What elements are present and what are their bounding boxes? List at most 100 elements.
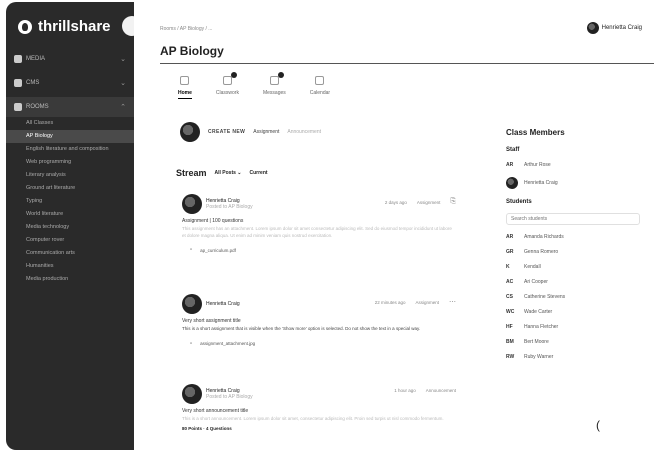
- rooms-icon: [14, 103, 22, 111]
- member-name: Ari Cooper: [524, 279, 548, 285]
- create-announcement-button[interactable]: Announcement: [287, 129, 321, 135]
- room-item[interactable]: Communication arts: [26, 247, 134, 260]
- app-logo[interactable]: thrillshare: [6, 2, 134, 45]
- more-icon[interactable]: ⋯: [449, 298, 456, 306]
- avatar: [586, 22, 599, 34]
- classwork-icon: [222, 76, 232, 85]
- member-row[interactable]: HF Hanna Fletcher: [506, 324, 646, 330]
- sidebar-item-media[interactable]: MEDIA ⌄: [6, 49, 134, 69]
- tab-classwork[interactable]: Classwork: [216, 72, 239, 99]
- member-initials: K: [506, 264, 510, 270]
- post-meta: 1 hour ago Announcement: [394, 388, 456, 393]
- file-icon: ▫: [190, 340, 193, 347]
- stream-post[interactable]: Henrietta Craig Posted to AP Biology 2 d…: [182, 194, 472, 253]
- students-heading: Students: [506, 199, 532, 205]
- avatar: [180, 122, 200, 142]
- stream-post[interactable]: Henrietta Craig Posted to AP Biology 1 h…: [182, 384, 472, 431]
- stream-header: Stream All Posts ⌄ Current: [176, 168, 268, 178]
- member-row[interactable]: AR Amanda Richards: [506, 234, 646, 240]
- member-row[interactable]: CS Catherine Stevens: [506, 294, 646, 300]
- member-name: Bert Moore: [524, 339, 549, 345]
- create-new-label: CREATE NEW: [208, 129, 246, 135]
- sidebar-item-label: CMS: [26, 80, 40, 86]
- room-item[interactable]: Ground art literature: [26, 182, 134, 195]
- sidebar-item-rooms[interactable]: ROOMS ⌃: [6, 97, 134, 117]
- member-name: Amanda Richards: [524, 234, 564, 240]
- tab-home[interactable]: Home: [178, 76, 192, 99]
- post-title: Very short assignment title: [182, 318, 241, 324]
- post-body: This is a short assignment that is visib…: [182, 326, 421, 331]
- room-item[interactable]: Humanities: [26, 260, 134, 273]
- member-name: Ruby Warner: [524, 354, 554, 360]
- current-filter-button[interactable]: Current: [250, 170, 268, 176]
- tab-messages[interactable]: Messages: [263, 72, 286, 99]
- thrillshare-logo-icon: [18, 19, 32, 34]
- member-initials: BM: [506, 339, 514, 345]
- room-item[interactable]: World literature: [26, 208, 134, 221]
- member-name: Kendall: [524, 264, 541, 270]
- member-row[interactable]: K Kendall: [506, 264, 646, 270]
- author-subtitle: Posted to AP Biology: [206, 394, 253, 400]
- create-assignment-button[interactable]: Assignment: [253, 129, 279, 135]
- breadcrumb[interactable]: Rooms / AP Biology / ...: [160, 26, 212, 32]
- attachment-name: ap_curriculum.pdf: [200, 247, 236, 253]
- room-item[interactable]: All Classes: [26, 117, 134, 130]
- avatar: [182, 294, 202, 314]
- member-name: Wade Carter: [524, 309, 553, 315]
- user-name: Henrietta Craig: [601, 25, 642, 31]
- room-item[interactable]: Media production: [26, 273, 134, 286]
- avatar: [506, 177, 518, 189]
- stream-post[interactable]: Henrietta Craig 22 minutes ago Assignmen…: [182, 294, 472, 347]
- user-menu[interactable]: Henrietta Craig: [586, 22, 642, 34]
- member-row[interactable]: Henrietta Craig: [506, 177, 646, 189]
- member-name: Arthur Rose: [524, 162, 551, 168]
- sidebar: thrillshare MEDIA ⌄ CMS ⌄ ROOMS ⌃ All Cl…: [6, 2, 134, 450]
- messages-icon: [269, 76, 279, 85]
- mouse-cursor-icon: (: [596, 418, 600, 432]
- home-icon: [180, 76, 190, 85]
- class-members-title: Class Members: [506, 128, 565, 137]
- member-name: Hanna Fletcher: [524, 324, 559, 330]
- post-author: Henrietta Craig: [206, 301, 240, 307]
- sidebar-item-label: ROOMS: [26, 104, 49, 110]
- member-initials: AR: [506, 162, 514, 168]
- author-name: Henrietta Craig: [206, 301, 240, 307]
- notification-badge: [277, 72, 284, 78]
- post-attachment[interactable]: ▫ ap_curriculum.pdf: [182, 247, 472, 253]
- student-search-input[interactable]: [506, 213, 640, 225]
- room-item[interactable]: Media technology: [26, 221, 134, 234]
- tab-calendar[interactable]: Calendar: [310, 76, 330, 99]
- post-header: Henrietta Craig Posted to AP Biology: [182, 384, 472, 404]
- member-name: Henrietta Craig: [524, 180, 558, 186]
- sidebar-item-cms[interactable]: CMS ⌄: [6, 73, 134, 93]
- file-icon: ▫: [190, 247, 193, 253]
- post-author: Henrietta Craig Posted to AP Biology: [206, 388, 253, 400]
- post-type: Announcement: [425, 388, 456, 393]
- member-row[interactable]: AC Ari Cooper: [506, 279, 646, 285]
- member-row[interactable]: BM Bert Moore: [506, 339, 646, 345]
- staff-heading: Staff: [506, 147, 520, 153]
- app-name: thrillshare: [38, 18, 111, 35]
- cms-icon: [14, 79, 22, 87]
- room-item[interactable]: Typing: [26, 195, 134, 208]
- posts-filter-dropdown[interactable]: All Posts ⌄: [215, 170, 242, 176]
- post-title: Assignment | 100 questions: [182, 218, 244, 224]
- member-row[interactable]: RW Ruby Warner: [506, 354, 646, 360]
- member-initials: GR: [506, 249, 514, 255]
- member-initials: HF: [506, 324, 513, 330]
- chevron-down-icon: ⌄: [120, 56, 126, 63]
- calendar-icon: [315, 76, 325, 85]
- room-item-selected[interactable]: AP Biology: [6, 130, 134, 143]
- room-item[interactable]: Computer rover: [26, 234, 134, 247]
- post-author: Henrietta Craig Posted to AP Biology: [206, 198, 253, 210]
- room-item[interactable]: English literature and composition: [26, 143, 134, 156]
- member-row[interactable]: WC Wade Carter: [506, 309, 646, 315]
- room-item[interactable]: Literary analysis: [26, 169, 134, 182]
- member-initials: AR: [506, 234, 514, 240]
- member-row[interactable]: AR Arthur Rose: [506, 162, 646, 168]
- room-item[interactable]: Web programming: [26, 156, 134, 169]
- member-row[interactable]: GR Genna Romero: [506, 249, 646, 255]
- page-title: AP Biology: [160, 44, 224, 58]
- post-attachment[interactable]: ▫ assignment_attachment.jpg: [182, 341, 472, 347]
- page-header: Rooms / AP Biology / ... Henrietta Craig…: [160, 0, 654, 62]
